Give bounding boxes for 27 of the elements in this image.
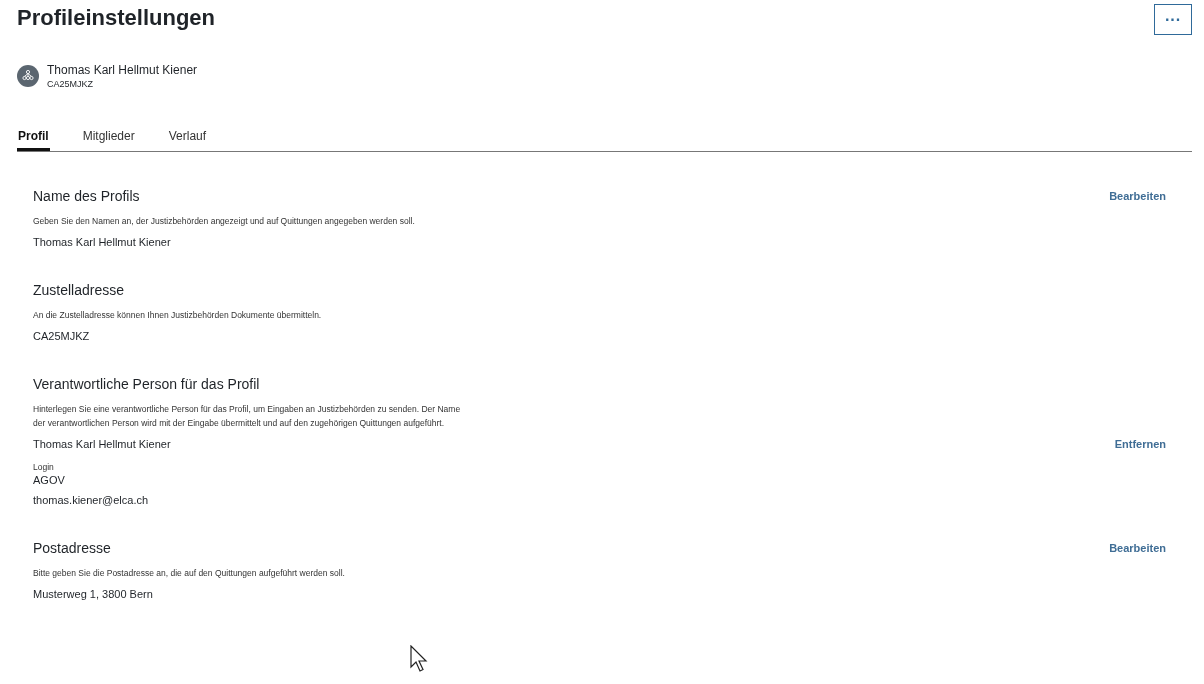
profile-avatar-icon	[17, 65, 39, 87]
page-title: Profileinstellungen	[17, 4, 216, 32]
section-description: Geben Sie den Namen an, der Justizbehörden angezeigt und auf Quittungen angegeben werden soll.	[33, 215, 416, 228]
section-action-link[interactable]: Bearbeiten	[1109, 542, 1166, 554]
field-label: Login	[33, 462, 54, 472]
tab[interactable]: Profil	[17, 129, 50, 151]
section-description: Bitte geben Sie die Postadresse an, die auf den Quittungen aufgeführt werden soll.	[33, 567, 346, 580]
field-value: Musterweg 1, 3800 Bern	[33, 588, 153, 600]
more-button[interactable]: ···	[1154, 4, 1192, 35]
section-title: Verantwortliche Person für das Profil	[33, 376, 260, 392]
section-action-link[interactable]: Bearbeiten	[1109, 190, 1166, 202]
profile-name: Thomas Karl Hellmut Kiener	[47, 63, 198, 77]
remove-link[interactable]: Entfernen	[1114, 438, 1166, 450]
section-title: Name des Profils	[33, 188, 140, 204]
field-value: Thomas Karl Hellmut Kiener	[33, 236, 171, 248]
tab[interactable]: Mitglieder	[81, 129, 136, 151]
section-description: Hinterlegen Sie eine verantwortliche Person für das Profil, um Eingaben an Justizbehörden zu senden. Der Name der verantwortlichen Person wird mit der Eingabe übermittelt und auf den zugehörigen Quittungen aufgeführt.	[33, 403, 462, 430]
tab[interactable]: Verlauf	[167, 129, 208, 151]
mouse-cursor-icon	[410, 645, 430, 673]
field-value: Thomas Karl Hellmut Kiener	[33, 438, 171, 450]
field-value: CA25MJKZ	[33, 330, 90, 342]
section-title: Zustelladresse	[33, 282, 125, 298]
field-value: thomas.kiener@elca.ch	[33, 494, 149, 506]
section-description: An die Zustelladresse können Ihnen Justizbehörden Dokumente übermitteln.	[33, 309, 323, 322]
profile-code: CA25MJKZ	[47, 79, 94, 89]
field-value: AGOV	[33, 474, 65, 486]
section-title: Postadresse	[33, 540, 111, 556]
